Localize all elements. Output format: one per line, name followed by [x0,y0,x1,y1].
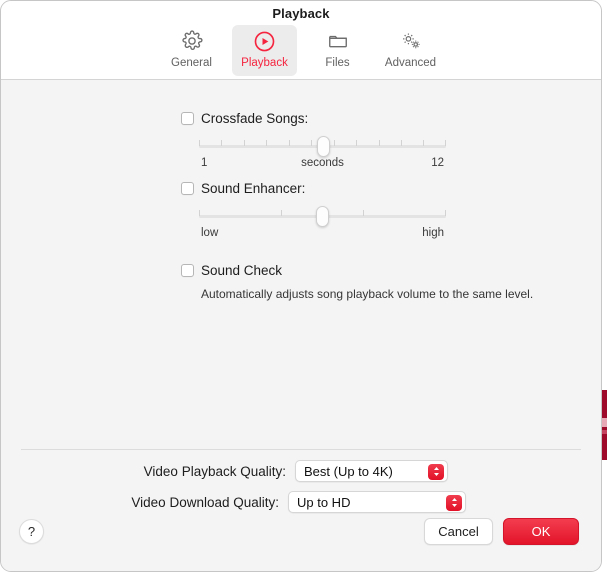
sound-check-label: Sound Check [201,263,283,278]
tab-general-label: General [171,57,212,69]
chevron-up-down-icon [428,463,444,480]
crossfade-songs-checkbox-row[interactable]: Crossfade Songs: [181,111,446,126]
crossfade-songs-checkbox[interactable] [181,112,194,125]
help-button[interactable]: ? [19,519,44,544]
video-download-quality-label: Video Download Quality: [131,494,279,510]
slider-tick [334,140,335,146]
crossfade-slider-legend: 1 seconds 12 [199,157,446,173]
tab-files[interactable]: Files [305,25,370,76]
sound-enhancer-checkbox[interactable] [181,182,194,195]
crossfade-songs-label: Crossfade Songs: [201,111,309,126]
sound-check-checkbox-row[interactable]: Sound Check [181,263,533,278]
tab-advanced[interactable]: Advanced [378,25,443,76]
crossfade-songs-group: Crossfade Songs: 1 seconds 12 [181,111,446,173]
sound-check-group: Sound Check Automatically adjusts song p… [181,263,533,301]
video-playback-quality-value: Best (Up to 4K) [304,463,393,479]
slider-tick [221,140,222,146]
slider-tick [445,210,446,216]
video-playback-quality-label: Video Playback Quality: [143,463,286,479]
tab-files-label: Files [325,57,350,69]
window-title: Playback [272,6,330,21]
crossfade-max-label: 12 [431,157,444,169]
crossfade-unit-label: seconds [301,157,344,169]
tab-advanced-label: Advanced [384,57,437,69]
sound-enhancer-max-label: high [422,227,444,239]
slider-tick [199,140,200,146]
crossfade-seconds-slider[interactable] [199,135,446,157]
section-divider [21,449,581,450]
slider-tick [379,140,380,146]
tab-general[interactable]: General [159,25,224,76]
gears-icon [399,28,423,54]
sound-check-checkbox[interactable] [181,264,194,277]
slider-tick [311,140,312,146]
slider-tick [356,140,357,146]
chevron-up-down-icon [446,494,462,511]
sound-enhancer-slider-thumb[interactable] [315,206,329,227]
preferences-dialog: Playback General Playback Files Advanced… [0,0,602,572]
cancel-button[interactable]: Cancel [424,518,493,545]
dialog-footer-bar: ? Cancel OK [1,513,601,571]
slider-tick [363,210,364,216]
preferences-toolbar: General Playback Files Advanced [1,25,601,76]
ok-button[interactable]: OK [503,518,579,545]
gear-icon [181,28,203,54]
video-playback-quality-dropdown[interactable]: Best (Up to 4K) [295,460,448,482]
sound-enhancer-slider-legend: low high [199,227,446,243]
folder-icon [327,28,349,54]
video-download-quality-dropdown[interactable]: Up to HD [288,491,466,513]
slider-tick [266,140,267,146]
slider-tick [281,210,282,216]
sound-enhancer-checkbox-row[interactable]: Sound Enhancer: [181,181,446,196]
dialog-titlebar: Playback General Playback Files Advanced [1,1,601,80]
sound-enhancer-min-label: low [201,227,219,239]
play-circle-icon [253,28,276,54]
video-playback-quality-row: Video Playback Quality: Best (Up to 4K) [1,460,521,482]
slider-tick [445,140,446,146]
tab-playback[interactable]: Playback [232,25,297,76]
sound-enhancer-group: Sound Enhancer: low high [181,181,446,243]
sound-check-description: Automatically adjusts song playback volu… [201,287,534,301]
slider-tick [401,140,402,146]
preferences-content: Crossfade Songs: 1 seconds 12 Sound Enha… [1,80,601,571]
tab-playback-label: Playback [241,57,288,69]
video-download-quality-row: Video Download Quality: Up to HD [1,491,521,513]
video-download-quality-value: Up to HD [297,494,351,510]
sound-enhancer-slider[interactable] [199,205,446,227]
crossfade-slider-thumb[interactable] [316,136,330,157]
slider-tick [244,140,245,146]
slider-tick [289,140,290,146]
slider-tick [423,140,424,146]
sound-enhancer-label: Sound Enhancer: [201,181,306,196]
slider-tick [199,210,200,216]
